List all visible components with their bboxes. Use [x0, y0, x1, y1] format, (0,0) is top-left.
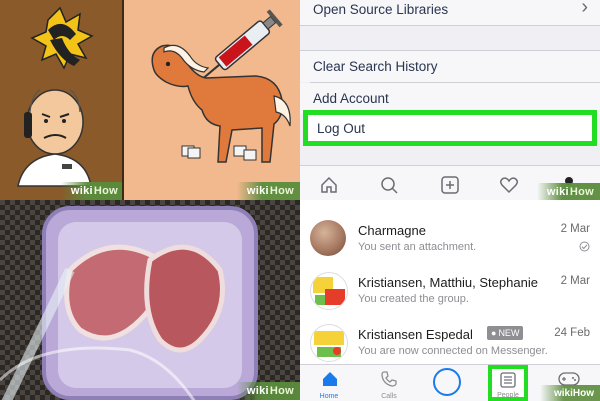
watermark-wiki: wiki [246, 385, 269, 397]
heart-icon[interactable] [499, 175, 519, 195]
settings-row-label: Open Source Libraries [313, 2, 449, 17]
settings-section-gap [300, 26, 600, 50]
wikihow-watermark: wiki How [60, 182, 124, 200]
chat-name: Kristiansen, Matthiu, Stephanie [358, 275, 538, 290]
settings-tab-bar: wiki How [300, 165, 600, 201]
settings-row-label: Log Out [317, 120, 366, 136]
settings-section-gap [300, 146, 600, 165]
chat-name: Charmagne [358, 223, 426, 238]
watermark-wiki: wiki [553, 387, 573, 399]
watermark-wiki: wiki [246, 185, 269, 197]
tab-home[interactable]: Home [304, 365, 354, 401]
settings-row-label: Clear Search History [313, 59, 438, 74]
watermark-wiki: wiki [70, 185, 93, 197]
wikihow-watermark: wiki How [539, 385, 600, 401]
chat-date: 2 Mar [560, 275, 590, 287]
illustration-horse-injection: wiki How [124, 0, 300, 200]
tab-people[interactable]: People [488, 365, 528, 401]
chat-date: 24 Feb [554, 327, 590, 339]
wikihow-watermark: wiki How [236, 382, 300, 400]
group-avatar-icon [313, 277, 345, 305]
watermark-how: How [93, 185, 118, 197]
watermark-how: How [569, 186, 594, 198]
chat-row-kristiansen-espedal[interactable]: Kristiansen Espedal ● NEW You are now con… [300, 314, 600, 366]
new-badge: ● NEW [487, 326, 524, 340]
camera-circle-icon [433, 368, 461, 396]
chat-preview: You are now connected on Messenger. [358, 345, 548, 357]
chat-row-charmagne[interactable]: Charmagne You sent an attachment. 2 Mar [300, 210, 600, 262]
settings-row-clear-search-history[interactable]: Clear Search History [300, 51, 600, 82]
home-icon [323, 372, 337, 386]
chat-name: Kristiansen Espedal [358, 327, 473, 342]
watermark-how: How [269, 185, 294, 197]
chat-date: 2 Mar [560, 223, 590, 235]
tab-label: Calls [381, 393, 397, 400]
people-list-icon [500, 372, 516, 388]
plus-icon[interactable] [440, 175, 460, 195]
person-icon: ● [491, 328, 497, 338]
tab-calls[interactable]: Calls [364, 365, 414, 401]
watermark-how: How [269, 385, 294, 397]
tab-label: Home [319, 393, 339, 400]
home-icon[interactable] [319, 175, 339, 195]
search-icon[interactable] [379, 175, 399, 195]
avatar [310, 220, 346, 256]
settings-row-label: Add Account [313, 91, 389, 106]
photo-fish-steaks: wiki How [0, 200, 300, 400]
phone-call-cartoon [17, 6, 94, 187]
avatar-group [310, 272, 348, 310]
phone-icon [381, 371, 397, 387]
watermark-how: How [572, 387, 594, 399]
new-badge-label: NEW [498, 328, 520, 338]
tab-camera[interactable] [425, 365, 475, 401]
chat-preview: You created the group. [358, 293, 469, 305]
tab-label: People [497, 392, 519, 399]
watermark-wiki: wiki [546, 186, 569, 198]
horse-syringe-cartoon [151, 9, 291, 163]
wikihow-watermark: wiki How [236, 182, 300, 200]
wikihow-watermark: wiki How [536, 183, 600, 201]
chat-row-group[interactable]: Kristiansen, Matthiu, Stephanie You crea… [300, 262, 600, 314]
settings-row-open-source-libraries[interactable]: Open Source Libraries › [300, 0, 600, 25]
settings-row-log-out[interactable]: Log Out [303, 110, 597, 146]
avatar [310, 324, 348, 362]
cereal-avatar-icon [314, 331, 344, 357]
fish-container-photo [0, 200, 300, 400]
sent-check-icon [579, 241, 590, 252]
chevron-right-icon: › [581, 0, 588, 18]
messenger-tab-bar: Home Calls People wiki How [300, 364, 600, 401]
illustration-phone-call: wiki How [0, 0, 124, 200]
chat-preview: You sent an attachment. [358, 241, 477, 253]
